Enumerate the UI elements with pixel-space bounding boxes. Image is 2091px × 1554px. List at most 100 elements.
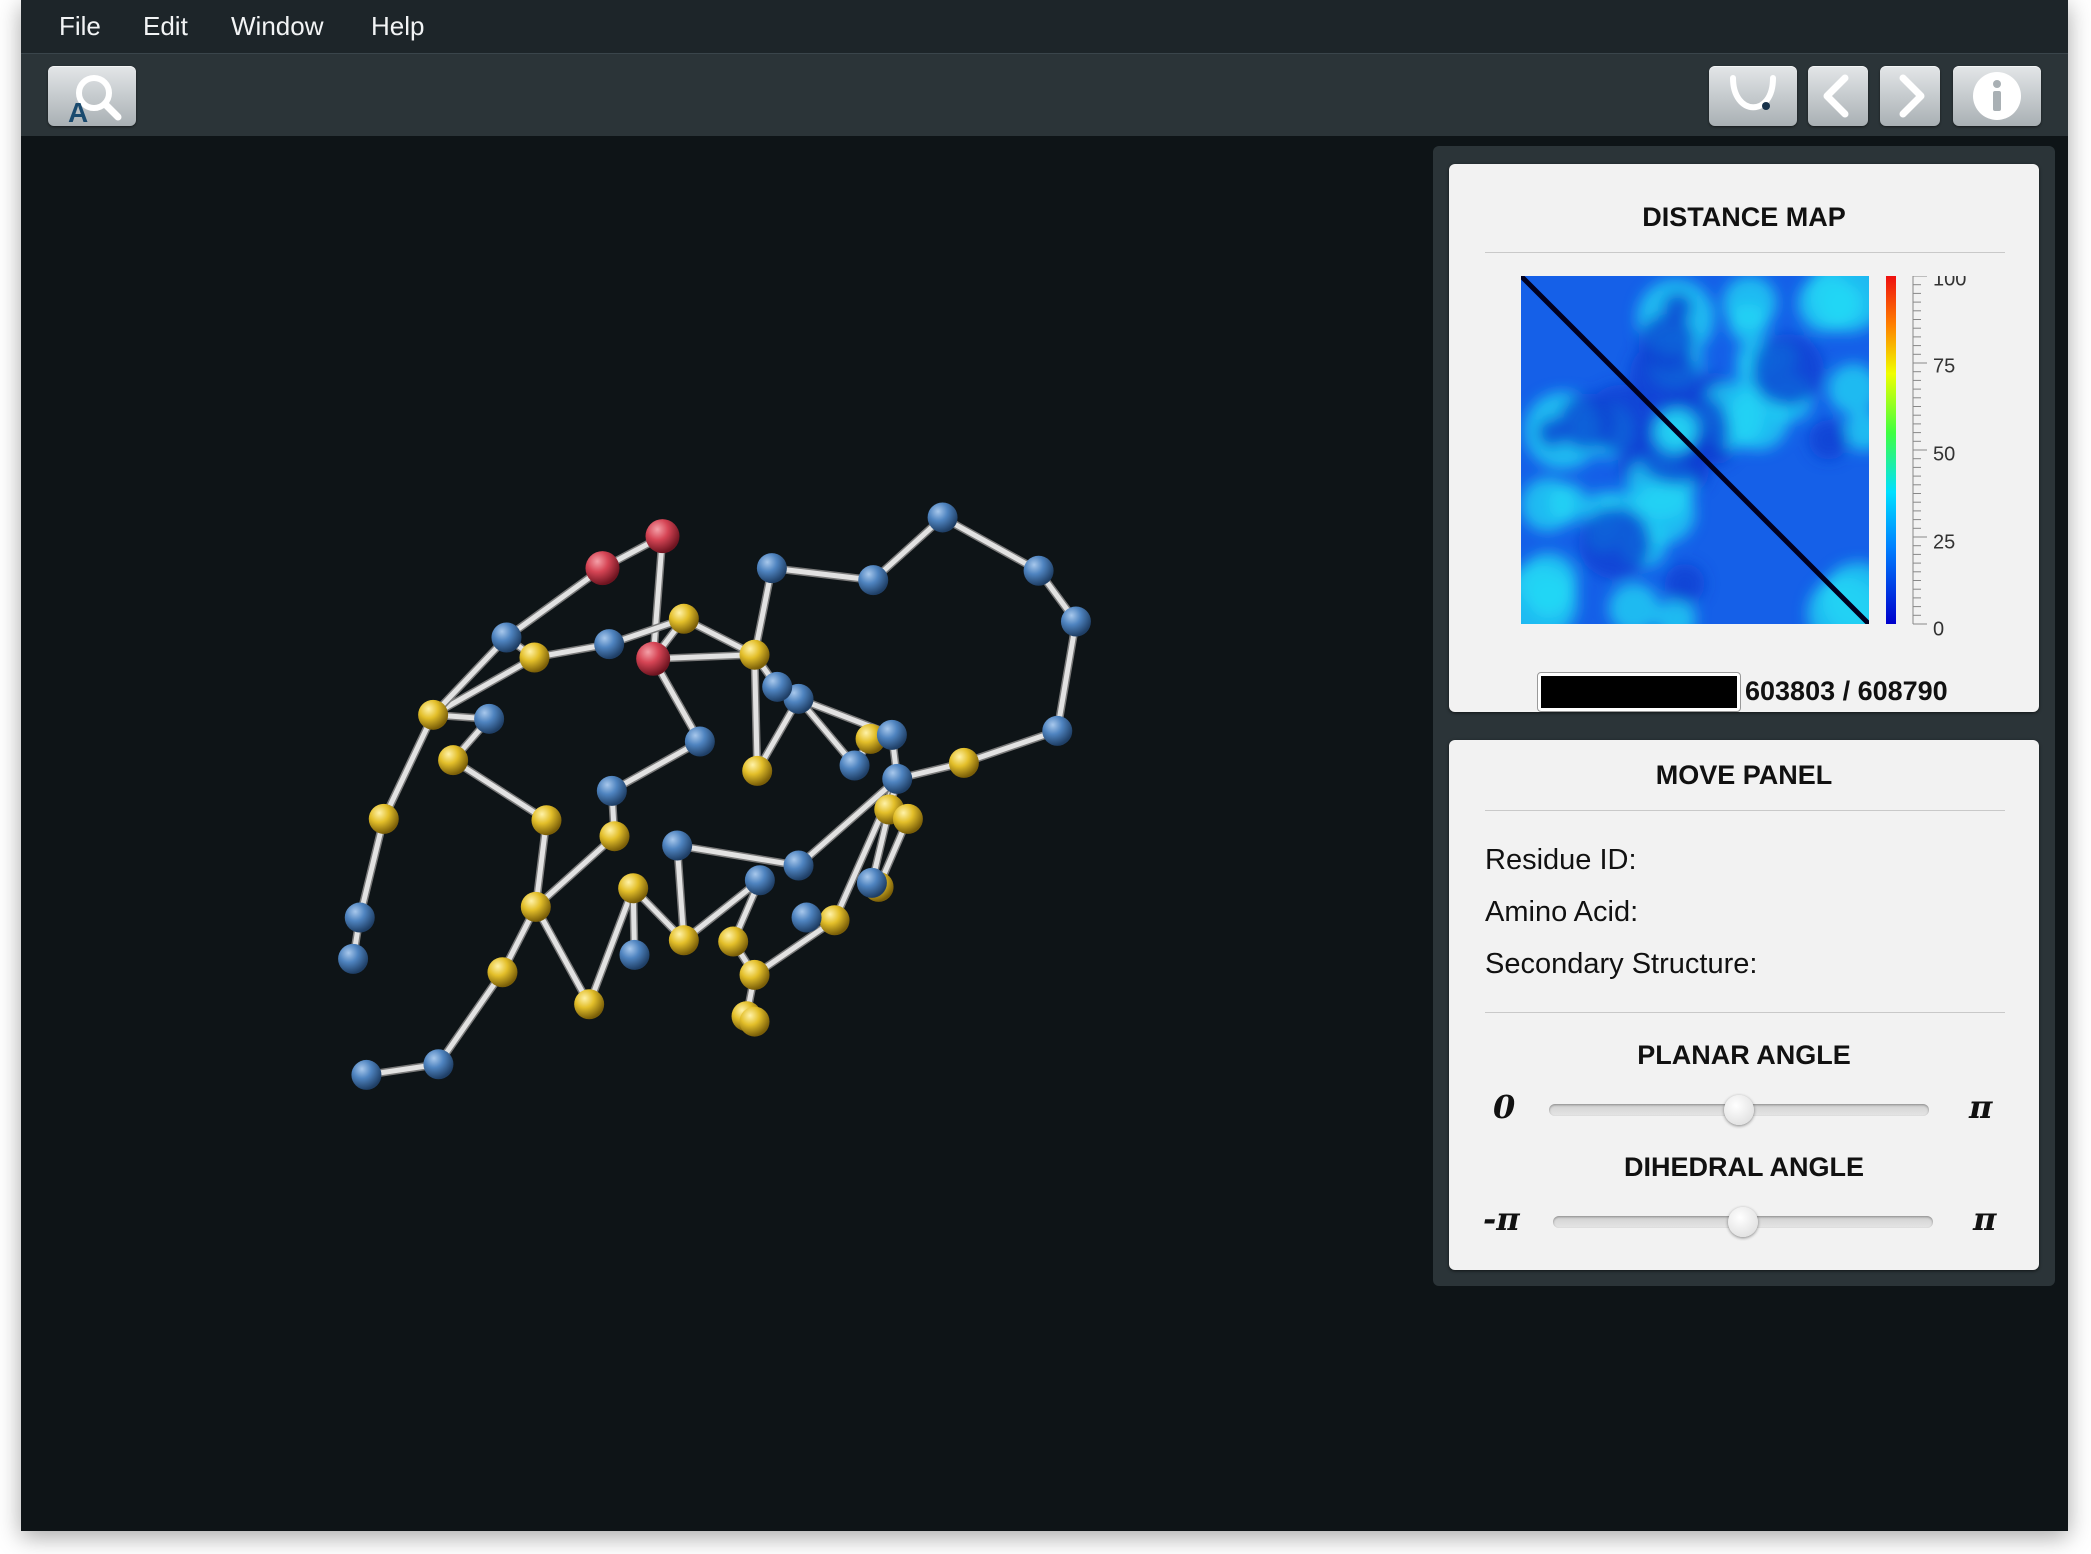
residue-atom-blue[interactable]: [876, 719, 907, 750]
residue-atom-blue[interactable]: [423, 1049, 454, 1080]
chevron-right-icon: [1899, 74, 1925, 118]
residue-atom-blue[interactable]: [1060, 606, 1091, 637]
residue-atom-red[interactable]: [636, 641, 671, 676]
dihedral-angle-slider[interactable]: [1553, 1207, 1933, 1237]
residue-atom-blue[interactable]: [856, 867, 887, 898]
menu-file[interactable]: File: [59, 11, 101, 42]
info-icon: [1973, 72, 2021, 120]
residue-atom-yellow[interactable]: [892, 803, 923, 834]
residue-atom-blue[interactable]: [744, 865, 775, 896]
residue-atom-yellow[interactable]: [668, 925, 699, 956]
residue-atom-yellow[interactable]: [438, 745, 469, 776]
residue-atom-blue[interactable]: [596, 775, 627, 806]
residue-atom-blue[interactable]: [619, 939, 650, 970]
residue-atom-yellow[interactable]: [368, 803, 399, 834]
planar-angle-title: PLANAR ANGLE: [1637, 1040, 1851, 1070]
progress-fill: [1541, 676, 1736, 708]
residue-atom-yellow[interactable]: [718, 926, 749, 957]
distance-map-heatmap: [1521, 276, 1869, 624]
residue-atom-blue[interactable]: [474, 703, 505, 734]
residue-atom-yellow[interactable]: [742, 755, 773, 786]
chevron-left-icon: [1823, 74, 1849, 118]
residue-atom-yellow[interactable]: [520, 891, 551, 922]
planar-angle-max: π: [1969, 1088, 1993, 1126]
heatmap-cell: [1528, 578, 1569, 619]
bond: [940, 514, 1042, 574]
residue-atom-blue[interactable]: [594, 629, 625, 660]
residue-atom-blue[interactable]: [783, 850, 814, 881]
next-button[interactable]: [1880, 66, 1940, 126]
progress-count: 603803 / 608790: [1745, 676, 1948, 706]
app-window: File Edit Window Help A DISTANCE MAP 100…: [21, 0, 2068, 1531]
move-panel-title: MOVE PANEL: [1655, 760, 1833, 790]
residue-atom-red[interactable]: [645, 519, 680, 554]
residue-atom-yellow[interactable]: [948, 747, 979, 778]
lasso-icon: [1730, 75, 1776, 111]
residue-atom-yellow[interactable]: [739, 639, 770, 670]
residue-atom-blue[interactable]: [858, 565, 889, 596]
colorbar-label: 25: [1933, 531, 1955, 553]
residue-atom-blue[interactable]: [791, 902, 822, 933]
heatmap-cell: [1662, 292, 1693, 323]
residue-atom-red[interactable]: [585, 551, 620, 586]
residue-atom-blue[interactable]: [762, 671, 793, 702]
colorbar-label: 75: [1933, 355, 1955, 377]
colorbar: [1886, 276, 1896, 624]
residue-atom-blue[interactable]: [491, 622, 522, 653]
bond: [769, 565, 876, 583]
planar-angle-thumb[interactable]: [1724, 1095, 1754, 1125]
residue-atom-blue[interactable]: [927, 502, 958, 533]
residue-atom-blue[interactable]: [684, 726, 715, 757]
residue-atom-yellow[interactable]: [418, 699, 449, 730]
heatmap-cell: [1548, 483, 1589, 524]
residue-atom-yellow[interactable]: [668, 603, 699, 634]
previous-button[interactable]: [1808, 66, 1868, 126]
residue-atom-yellow[interactable]: [487, 957, 518, 988]
residue-atom-yellow[interactable]: [739, 1006, 770, 1037]
heatmap-cell: [1664, 563, 1705, 604]
bond: [503, 565, 605, 640]
residue-atom-yellow[interactable]: [739, 959, 770, 990]
residue-atom-blue[interactable]: [338, 943, 369, 974]
molecule-viewport[interactable]: [21, 136, 1439, 1531]
residue-atom-blue[interactable]: [344, 902, 375, 933]
bond: [381, 712, 436, 822]
residue-atom-yellow[interactable]: [519, 642, 550, 673]
residue-atom-blue[interactable]: [1023, 555, 1054, 586]
side-panel: DISTANCE MAP 100 75 50 25 0 603803 / 608…: [1433, 146, 2055, 1286]
colorbar-ticks: [1912, 276, 1927, 625]
residue-atom-yellow[interactable]: [574, 989, 605, 1020]
toolbar: A: [21, 54, 2068, 136]
dihedral-angle-thumb[interactable]: [1728, 1207, 1758, 1237]
residue-atom-yellow[interactable]: [531, 805, 562, 836]
heatmap-cell: [1578, 506, 1652, 580]
search-button[interactable]: A: [48, 66, 136, 126]
residue-atom-yellow[interactable]: [599, 821, 630, 852]
menu-window[interactable]: Window: [231, 11, 323, 42]
lasso-button[interactable]: [1709, 66, 1797, 126]
menu-help[interactable]: Help: [371, 11, 424, 42]
bond: [674, 843, 802, 869]
bond: [450, 757, 549, 823]
protein-structure[interactable]: [21, 136, 1439, 1531]
heatmap-cell: [1608, 583, 1660, 624]
bond: [1054, 618, 1079, 734]
menu-edit[interactable]: Edit: [143, 11, 188, 42]
distance-map[interactable]: 100 75 50 25 0: [1521, 276, 1991, 646]
info-button[interactable]: [1953, 66, 2041, 126]
residue-atom-blue[interactable]: [351, 1059, 382, 1090]
heatmap-cell: [1808, 419, 1849, 460]
divider: [1485, 810, 2005, 811]
planar-angle-slider[interactable]: [1549, 1095, 1929, 1125]
move-panel: MOVE PANEL Residue ID: Amino Acid: Secon…: [1449, 740, 2039, 1270]
colorbar-label: 0: [1933, 618, 1944, 640]
residue-atom-yellow[interactable]: [819, 905, 850, 936]
residue-atom-blue[interactable]: [756, 553, 787, 584]
residue-atom-yellow[interactable]: [618, 873, 649, 904]
colorbar-label: 50: [1933, 443, 1955, 465]
bond: [533, 904, 592, 1007]
residue-atom-blue[interactable]: [839, 750, 870, 781]
residue-atom-blue[interactable]: [662, 830, 693, 861]
residue-atom-blue[interactable]: [882, 763, 913, 794]
residue-atom-blue[interactable]: [1042, 715, 1073, 746]
